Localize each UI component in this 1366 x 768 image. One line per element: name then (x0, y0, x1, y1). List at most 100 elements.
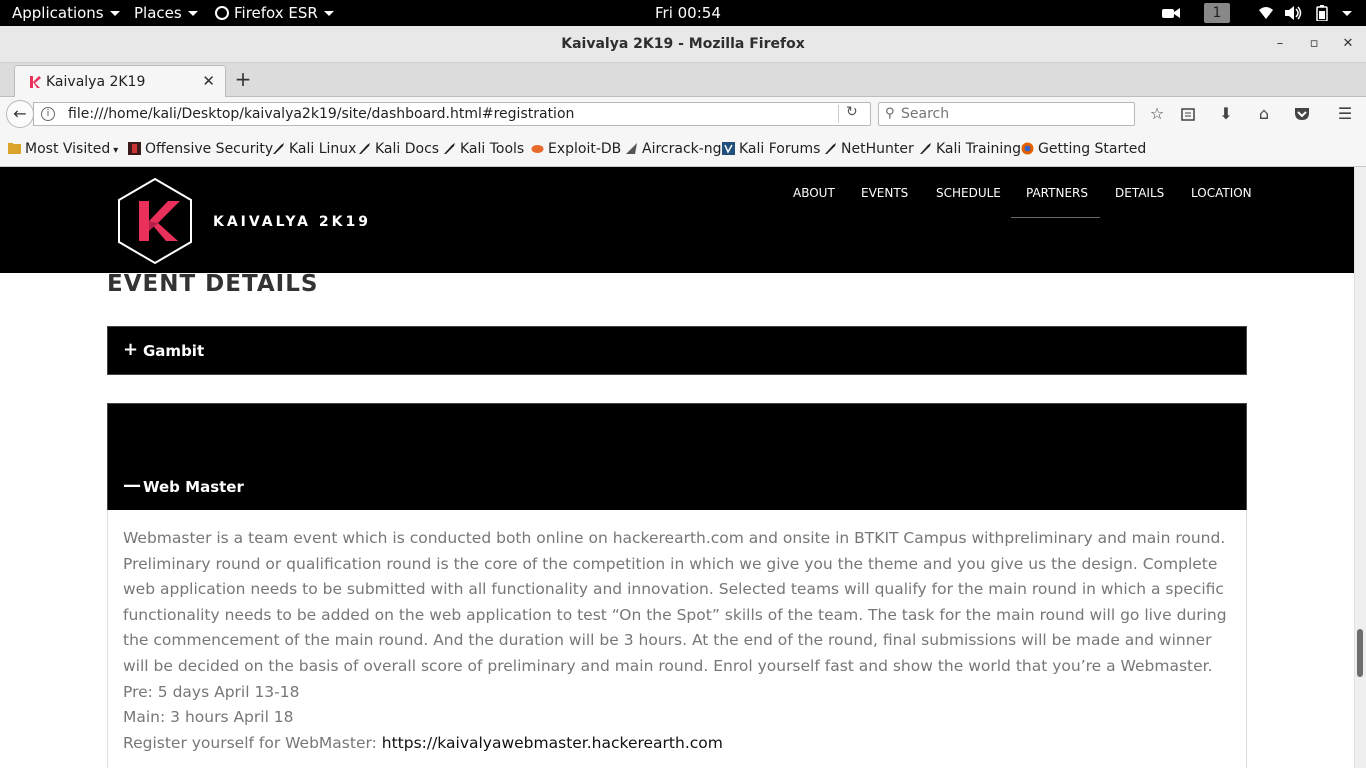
kali-dragon-icon (444, 143, 455, 154)
tab-kaivalya[interactable]: Kaivalya 2K19 ✕ (14, 65, 226, 98)
kali-dragon-icon (359, 143, 370, 154)
downloads-icon[interactable]: ⬇ (1215, 103, 1237, 125)
bookmark-kali-linux[interactable]: Kali Linux (272, 141, 356, 157)
firefox-icon (1021, 142, 1034, 155)
firefox-icon (215, 6, 229, 20)
site-brand[interactable]: KAIVALYA 2K19 (213, 214, 371, 230)
kali-dragon-icon (920, 143, 931, 154)
web-master-panel: Webmaster is a team event which is condu… (107, 510, 1247, 768)
camera-shape (1162, 8, 1180, 18)
kali-dragon-icon (825, 143, 836, 154)
bookmark-aircrack-ng[interactable]: Aircrack-ng (625, 141, 722, 157)
navigation-toolbar: i file:///home/kali/Desktop/kaivalya2k19… (0, 97, 1366, 131)
accordion-title: Web Master (143, 478, 244, 496)
places-menu[interactable]: Places (134, 0, 198, 26)
chevron-down-icon (187, 11, 198, 16)
wifi-shape (1259, 7, 1273, 19)
back-button[interactable]: ← (6, 100, 34, 128)
bookmark-nethunter[interactable]: NetHunter (824, 141, 914, 157)
system-menu[interactable] (1336, 0, 1352, 26)
url-text[interactable]: file:///home/kali/Desktop/kaivalya2k19/s… (68, 106, 574, 122)
wifi-icon[interactable] (1258, 6, 1274, 20)
bookmark-star-icon[interactable]: ☆ (1146, 103, 1168, 125)
bookmark-label: Kali Linux (289, 141, 357, 157)
info-icon[interactable]: i (41, 107, 55, 121)
accordion-gambit[interactable]: + Gambit (107, 326, 1247, 375)
hamburger-menu-icon[interactable]: ☰ (1334, 103, 1356, 125)
register-line: Register yourself for WebMaster: https:/… (123, 731, 1233, 757)
nav-details[interactable]: DETAILS (1115, 186, 1164, 200)
bookmark-kali-training[interactable]: Kali Training (919, 141, 1021, 157)
bookmark-getting-started[interactable]: Getting Started (1021, 141, 1146, 157)
bookmark-label: Getting Started (1038, 141, 1147, 157)
page-scrollbar[interactable] (1354, 167, 1366, 768)
site-header: KAIVALYA 2K19 ABOUT EVENTS SCHEDULE PART… (0, 167, 1354, 273)
applications-label: Applications (12, 4, 104, 22)
nav-schedule[interactable]: SCHEDULE (936, 186, 1001, 200)
home-icon[interactable]: ⌂ (1253, 103, 1275, 125)
aircrack-icon (626, 143, 637, 154)
exploitdb-icon (531, 145, 544, 153)
new-tab-button[interactable]: + (232, 68, 254, 90)
nav-events[interactable]: EVENTS (861, 186, 908, 200)
accordion-web-master[interactable]: — Web Master (107, 403, 1247, 511)
battery-icon[interactable] (1316, 5, 1328, 22)
firefox-app-menu[interactable]: Firefox ESR (215, 0, 334, 26)
main-round-info: Main: 3 hours April 18 (123, 708, 294, 727)
close-tab-icon[interactable]: ✕ (202, 72, 215, 90)
folder-icon (8, 143, 21, 154)
chevron-down-icon (323, 11, 334, 16)
url-separator (838, 105, 839, 123)
bookmarks-toolbar: Most Visited ▾ Offensive Security Kali Li… (0, 131, 1366, 167)
places-label: Places (134, 4, 182, 22)
register-link[interactable]: https://kaivalyawebmaster.hackerearth.co… (382, 734, 723, 752)
kaivalya-logo[interactable] (116, 177, 194, 265)
bookmark-most-visited[interactable]: Most Visited ▾ (8, 141, 118, 157)
accordion-title: Gambit (143, 342, 205, 360)
window-titlebar: Kaivalya 2K19 - Mozilla Firefox – ▫ ✕ (0, 26, 1366, 63)
applications-menu[interactable]: Applications (12, 0, 120, 26)
kaivalya-favicon-icon (30, 76, 41, 88)
pocket-shape (1295, 108, 1309, 120)
search-box[interactable]: ⚲ (878, 102, 1135, 126)
nav-active-indicator (1011, 217, 1100, 218)
minimize-button[interactable]: – (1270, 34, 1290, 54)
bookmark-offensive-security[interactable]: Offensive Security (128, 141, 273, 157)
url-bar[interactable]: i file:///home/kali/Desktop/kaivalya2k19… (33, 102, 871, 126)
tab-label: Kaivalya 2K19 (46, 74, 146, 90)
clipboard-shape (1181, 108, 1195, 121)
kali-forums-icon (722, 142, 735, 155)
chevron-down-icon: ▾ (113, 145, 119, 156)
close-window-button[interactable]: ✕ (1338, 34, 1358, 54)
scrollbar-thumb[interactable] (1357, 629, 1363, 677)
video-camera-icon[interactable] (1162, 7, 1180, 21)
minus-icon: — (123, 475, 141, 496)
bookmark-label: Kali Forums (739, 141, 821, 157)
bookmark-exploit-db[interactable]: Exploit-DB (531, 141, 621, 157)
bookmark-label: Kali Docs (375, 141, 440, 157)
maximize-button[interactable]: ▫ (1304, 34, 1324, 54)
bookmark-label: Offensive Security (145, 141, 274, 157)
firefox-menu-label: Firefox ESR (234, 4, 318, 22)
clock[interactable]: Fri 00:54 (655, 0, 721, 26)
page-viewport: KAIVALYA 2K19 ABOUT EVENTS SCHEDULE PART… (0, 167, 1366, 768)
battery-shape (1316, 5, 1328, 22)
nav-partners[interactable]: PARTNERS (1026, 186, 1088, 200)
kali-dragon-icon (273, 143, 284, 154)
volume-icon[interactable] (1285, 6, 1303, 20)
plus-icon: + (123, 339, 139, 360)
reload-icon[interactable]: ↻ (846, 104, 858, 120)
nav-about[interactable]: ABOUT (793, 186, 835, 200)
nav-location[interactable]: LOCATION (1191, 186, 1252, 200)
register-label: Register yourself for WebMaster: (123, 733, 377, 752)
bookmark-kali-forums[interactable]: Kali Forums (722, 141, 820, 157)
bookmark-kali-docs[interactable]: Kali Docs (358, 141, 439, 157)
section-title: EVENT DETAILS (107, 271, 319, 297)
bookmark-kali-tools[interactable]: Kali Tools (443, 141, 524, 157)
pocket-icon[interactable] (1291, 103, 1313, 125)
search-input[interactable] (901, 105, 1126, 123)
workspace-indicator[interactable]: 1 (1204, 3, 1230, 23)
reading-list-icon[interactable] (1177, 103, 1199, 125)
search-icon: ⚲ (885, 106, 895, 121)
bookmark-label: NetHunter (841, 141, 914, 157)
